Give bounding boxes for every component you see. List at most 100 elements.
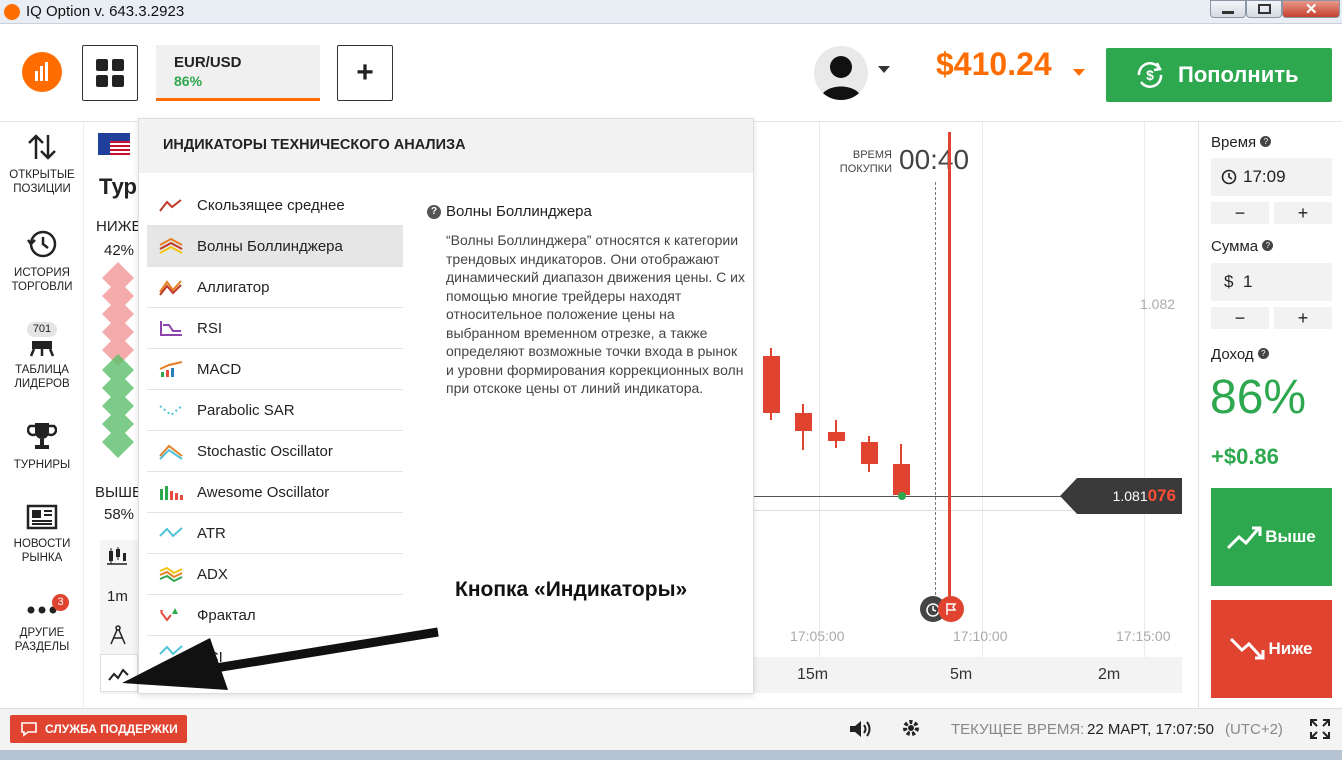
avatar[interactable] [814, 46, 868, 100]
amount-label: Сумма ? [1211, 238, 1274, 255]
time-decrease-button[interactable]: − [1211, 202, 1269, 224]
expiry-time-field[interactable]: 17:09 [1211, 158, 1332, 196]
deposit-refresh-dollar-icon: $ [1137, 62, 1163, 88]
lower-button[interactable]: Ниже [1211, 600, 1332, 698]
sidebar-item-market-news[interactable]: НОВОСТИ РЫНКА [0, 503, 84, 565]
expiry-option[interactable]: 5m [950, 666, 972, 684]
indicator-item-awesome-oscillator[interactable]: Awesome Oscillator [147, 472, 403, 513]
indicator-item-parabolic-sar[interactable]: Parabolic SAR [147, 390, 403, 431]
sidebar-item-open-positions[interactable]: ОТКРЫТЫЕ ПОЗИЦИИ [0, 132, 84, 196]
profit-value: +$0.86 [1211, 444, 1279, 469]
candles [763, 348, 910, 500]
lower-sentiment-percent: 42% [104, 242, 135, 259]
indicator-item-moving-average[interactable]: Скользящее среднее [147, 185, 403, 226]
grid-icon [96, 59, 124, 87]
info-icon: ? [427, 205, 441, 219]
profit-label: Доход ? [1211, 346, 1269, 363]
trophy-icon [27, 423, 57, 449]
sentiment-bar [100, 262, 136, 462]
fullscreen-icon[interactable] [1309, 718, 1331, 740]
price-chart[interactable]: ВРЕМЯ ПОКУПКИ 00:40 1.082 1.081 076 17:05… [754, 122, 1182, 657]
help-icon: ? [1260, 136, 1272, 147]
higher-sentiment-percent: 58% [104, 506, 135, 523]
timeframe-button[interactable]: 1m [107, 588, 128, 605]
status-bar: СЛУЖБА ПОДДЕРЖКИ ТЕКУЩЕЕ ВРЕМЯ: 22 МАРТ,… [0, 708, 1342, 750]
finish-flag-icon [938, 596, 964, 622]
settings-gear-icon[interactable] [900, 717, 922, 739]
candlestick-icon [107, 547, 127, 565]
current-time-value: 22 МАРТ, 17:07:50 [1087, 721, 1214, 738]
balance-value[interactable]: $410.24 [936, 46, 1052, 83]
time-axis-label: 17:10:00 [953, 628, 1008, 644]
indicator-item-atr[interactable]: ATR [147, 513, 403, 554]
chat-bubble-icon [21, 722, 37, 737]
sidebar-item-label: ТУРНИРЫ [13, 459, 71, 471]
expiry-selector: 15m 5m 2m [754, 657, 1182, 693]
indicator-item-macd[interactable]: MACD [147, 349, 403, 390]
user-silhouette-icon [820, 56, 862, 100]
up-down-arrows-icon [28, 134, 56, 160]
sidebar-item-leaderboard[interactable]: 701 ТАБЛИЦА ЛИДЕРОВ [0, 322, 84, 391]
amount-decrease-button[interactable]: − [1211, 307, 1269, 329]
timezone-label: (UTC+2) [1225, 721, 1283, 738]
annotation-arrow-icon [122, 627, 439, 690]
sound-icon[interactable] [848, 718, 874, 740]
indicators-panel: ИНДИКАТОРЫ ТЕХНИЧЕСКОГО АНАЛИЗА Скользящ… [138, 118, 754, 694]
expiry-option[interactable]: 15m [797, 666, 828, 684]
annotation-label: Кнопка «Индикаторы» [455, 578, 688, 601]
clock-icon [1221, 169, 1237, 185]
detail-description: “Волны Боллинджера” относятся к категори… [446, 232, 745, 396]
higher-button[interactable]: Выше [1211, 488, 1332, 586]
sidebar-item-trade-history[interactable]: ИСТОРИЯ ТОРГОВЛИ [0, 228, 84, 294]
balance-dropdown-chevron-icon[interactable] [1073, 69, 1085, 76]
avatar-dropdown-chevron-icon[interactable] [878, 66, 890, 73]
sidebar-item-tournaments[interactable]: ТУРНИРЫ [0, 420, 84, 472]
indicator-item-adx[interactable]: ADX [147, 554, 403, 595]
current-time-label: ТЕКУЩЕЕ ВРЕМЯ: [951, 721, 1085, 738]
lower-sentiment-label: НИЖЕ [96, 218, 142, 235]
sidebar-item-label: НОВОСТИ РЫНКА [13, 538, 71, 564]
asset-grid-button[interactable] [82, 45, 138, 101]
support-button[interactable]: СЛУЖБА ПОДДЕРЖКИ [10, 715, 187, 743]
minimize-button[interactable] [1210, 0, 1246, 18]
indicator-item-stochastic-oscillator[interactable]: Stochastic Oscillator [147, 431, 403, 472]
time-axis-label: 17:05:00 [790, 628, 845, 644]
amount-increase-button[interactable]: + [1274, 307, 1332, 329]
time-axis-label: 17:15:00 [1116, 628, 1171, 644]
podium-icon [29, 341, 55, 357]
indicator-item-alligator[interactable]: Аллигатор [147, 267, 403, 308]
amount-input[interactable]: $ 1 [1211, 263, 1332, 301]
sidebar-item-label: ИСТОРИЯ ТОРГОВЛИ [11, 267, 73, 293]
higher-sentiment-label: ВЫШЕ [95, 484, 143, 501]
rsi-icon [151, 316, 191, 340]
alligator-icon [151, 275, 191, 299]
window-title-bar: IQ Option v. 643.3.2923 ✕ [0, 0, 1342, 24]
atr-icon [151, 521, 191, 545]
asset-tab-eurusd[interactable]: EUR/USD 86% [156, 45, 320, 101]
iq-option-logo-icon[interactable] [22, 52, 62, 92]
chart-type-button[interactable] [106, 546, 128, 571]
asset-name: EUR/USD [174, 54, 242, 71]
awesome-oscillator-icon [151, 480, 191, 504]
add-asset-button[interactable]: + [337, 45, 393, 101]
expiry-option[interactable]: 2m [1098, 666, 1120, 684]
panel-title: ИНДИКАТОРЫ ТЕХНИЧЕСКОГО АНАЛИЗА [139, 119, 753, 173]
deposit-button[interactable]: $ Пополнить [1106, 48, 1332, 102]
stochastic-oscillator-icon [151, 439, 191, 463]
sidebar-item-other-sections[interactable]: 3 ДРУГИЕ РАЗДЕЛЫ [0, 594, 84, 654]
asset-title-fragment: Тур [99, 174, 137, 199]
adx-icon [151, 562, 191, 586]
help-icon: ? [1262, 240, 1274, 251]
sidebar-item-label: ДРУГИЕ РАЗДЕЛЫ [14, 627, 70, 653]
maximize-button[interactable] [1246, 0, 1282, 18]
indicator-item-bollinger-bands[interactable]: Волны Боллинджера [147, 226, 403, 267]
leaderboard-badge: 701 [27, 322, 57, 337]
asset-profit: 86% [174, 73, 203, 89]
app-logo-icon [4, 4, 20, 20]
indicator-item-rsi[interactable]: RSI [147, 308, 403, 349]
moving-average-icon [151, 193, 191, 217]
close-window-button[interactable]: ✕ [1282, 0, 1340, 18]
newspaper-icon [26, 504, 58, 530]
time-increase-button[interactable]: + [1274, 202, 1332, 224]
sidebar-item-label: ТАБЛИЦА ЛИДЕРОВ [14, 364, 70, 390]
